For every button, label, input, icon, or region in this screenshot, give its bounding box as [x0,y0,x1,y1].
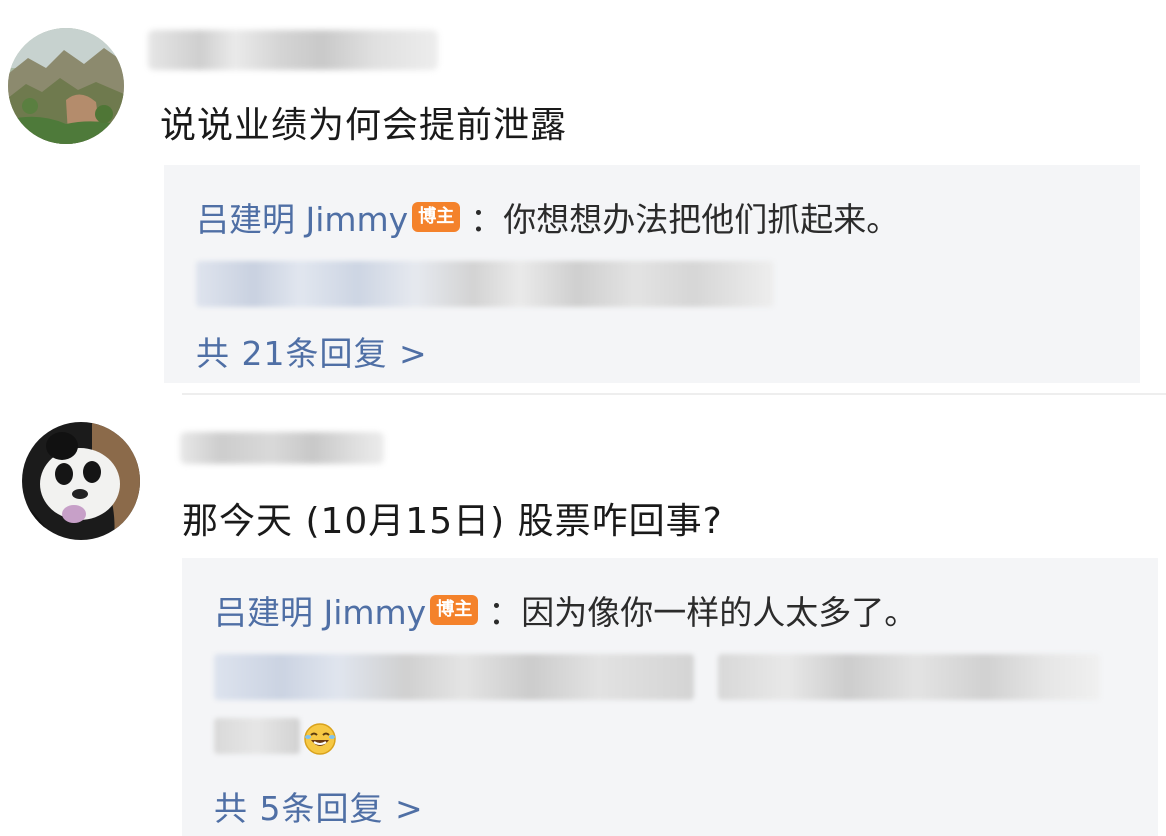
reply-content: ：你想想办法把他们抓起来。 [470,200,900,239]
view-replies-link[interactable]: 共 5条回复 > [214,782,424,830]
blurred-reply [214,654,694,700]
blurred-reply [214,718,300,754]
reply-preview-box[interactable]: 吕建明 Jimmy 博主 ：因为像你一样的人太多了。 共 5条回复 > [182,558,1158,836]
blogger-badge: 博主 [412,202,461,232]
blurred-reply [718,654,1100,700]
blurred-username [180,432,384,464]
blogger-badge: 博主 [430,595,479,625]
comment-thread: 说说业绩为何会提前泄露 吕建明 Jimmy 博主 ：你想想办法把他们抓起来。 共… [0,0,1166,836]
comment-text: 那今天 (10月15日) 股票咋回事? [182,501,723,542]
panda-avatar-image [22,422,140,540]
view-replies-link[interactable]: 共 21条回复 > [196,327,428,375]
reply-author-link[interactable]: 吕建明 Jimmy [214,586,426,634]
author-reply: 吕建明 Jimmy 博主 ：你想想办法把他们抓起来。 [196,193,899,241]
user-avatar[interactable] [22,422,140,540]
laughing-emoji-icon [304,723,336,755]
blurred-reply [196,261,774,307]
reply-content: ：因为像你一样的人太多了。 [488,593,918,632]
comment-divider [182,393,1166,395]
reply-author-link[interactable]: 吕建明 Jimmy [196,193,408,241]
landscape-avatar-image [8,28,124,144]
blurred-username [148,30,438,70]
reply-preview-box[interactable]: 吕建明 Jimmy 博主 ：你想想办法把他们抓起来。 共 21条回复 > [164,165,1140,383]
comment-text: 说说业绩为何会提前泄露 [160,105,568,146]
user-avatar[interactable] [8,28,124,144]
author-reply: 吕建明 Jimmy 博主 ：因为像你一样的人太多了。 [214,586,917,634]
